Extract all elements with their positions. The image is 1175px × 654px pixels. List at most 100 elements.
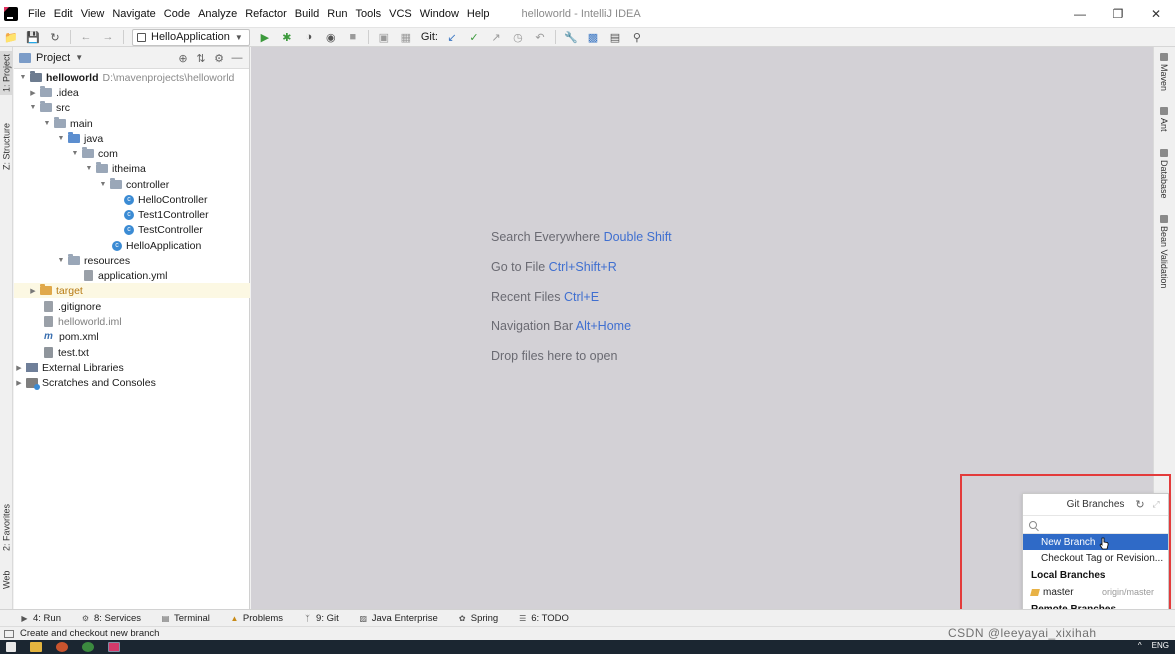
wrench-icon[interactable]: 🔧 <box>563 29 579 45</box>
input-language[interactable]: ENG <box>1152 641 1169 650</box>
project-view-selector[interactable]: Project <box>36 52 70 64</box>
forward-arrow-icon[interactable]: → <box>100 29 116 45</box>
tool-tab-web[interactable]: Web <box>0 567 13 593</box>
menu-tools[interactable]: Tools <box>351 0 385 28</box>
tree-item-external-libraries[interactable]: ▶ External Libraries <box>14 360 250 375</box>
expanded-arrow-icon[interactable]: ▼ <box>42 120 52 127</box>
tool-tab-project[interactable]: 1: Project <box>0 51 13 95</box>
menu-help[interactable]: Help <box>463 0 494 28</box>
tree-item-itheima[interactable]: ▼ itheima <box>14 161 250 176</box>
menu-build[interactable]: Build <box>291 0 323 28</box>
collapsed-arrow-icon[interactable]: ▶ <box>14 364 24 372</box>
run-configuration-select[interactable]: HelloApplication ▼ <box>132 28 250 46</box>
menu-run[interactable]: Run <box>323 0 351 28</box>
open-folder-icon[interactable]: 📁 <box>3 29 19 45</box>
collapsed-arrow-icon[interactable]: ▶ <box>28 287 38 295</box>
collapsed-arrow-icon[interactable]: ▶ <box>14 379 24 387</box>
intellij-taskbar-icon[interactable] <box>108 642 120 652</box>
tree-item-pom-xml[interactable]: m pom.xml <box>14 329 250 344</box>
tool-tab-run[interactable]: ▶ 4: Run <box>20 613 61 624</box>
tool-tab-services[interactable]: ⚙ 8: Services <box>81 613 141 624</box>
expanded-arrow-icon[interactable]: ▼ <box>56 135 66 142</box>
tree-item-helloapplication[interactable]: c HelloApplication <box>14 238 250 253</box>
debug-icon[interactable]: ✱ <box>279 29 295 45</box>
git-commit-icon[interactable]: ✓ <box>466 29 482 45</box>
tool-tab-todo[interactable]: ☰ 6: TODO <box>518 613 569 624</box>
chevron-down-icon[interactable]: ▼ <box>75 53 83 62</box>
sync-icon[interactable]: ↻ <box>47 29 63 45</box>
menu-code[interactable]: Code <box>160 0 194 28</box>
powerpoint-icon[interactable] <box>56 642 68 652</box>
tree-item-test1controller[interactable]: c Test1Controller <box>14 207 250 222</box>
tree-item-scratches[interactable]: ▶ Scratches and Consoles <box>14 375 250 390</box>
stop-icon[interactable]: ■ <box>345 29 361 45</box>
menu-vcs[interactable]: VCS <box>385 0 416 28</box>
expanded-arrow-icon[interactable]: ▼ <box>70 150 80 157</box>
tree-item-main[interactable]: ▼ main <box>14 116 250 131</box>
branch-search-input[interactable] <box>1043 519 1153 530</box>
menu-edit[interactable]: Edit <box>50 0 77 28</box>
menu-file[interactable]: File <box>24 0 50 28</box>
chevron-up-icon[interactable]: ^ <box>1138 641 1142 650</box>
gear-icon[interactable]: ⚙ <box>211 50 227 66</box>
minimize-button[interactable]: — <box>1061 0 1099 28</box>
expanded-arrow-icon[interactable]: ▼ <box>18 74 28 81</box>
terminal-window-icon[interactable]: ▤ <box>607 29 623 45</box>
git-history-icon[interactable]: ◷ <box>510 29 526 45</box>
windows-start-icon[interactable] <box>6 642 16 652</box>
tree-item-test-txt[interactable]: test.txt <box>14 345 250 360</box>
expanded-arrow-icon[interactable]: ▼ <box>28 104 38 111</box>
hide-panel-icon[interactable]: — <box>229 50 245 66</box>
tree-item-java[interactable]: ▼ java <box>14 131 250 146</box>
tree-item-testcontroller[interactable]: c TestController <box>14 222 250 237</box>
profile-icon[interactable]: ◉ <box>323 29 339 45</box>
tool-tab-ant[interactable]: Ant <box>1157 107 1171 139</box>
refresh-icon[interactable]: ↻ <box>1134 498 1146 511</box>
tree-item-src[interactable]: ▼ src <box>14 100 250 115</box>
tool-tab-terminal[interactable]: ▤ Terminal <box>161 613 210 624</box>
file-explorer-icon[interactable] <box>30 642 42 652</box>
menu-refactor[interactable]: Refactor <box>241 0 291 28</box>
tool-tab-java-enterprise[interactable]: ▨ Java Enterprise <box>359 613 437 624</box>
collapsed-arrow-icon[interactable]: ▶ <box>28 89 38 97</box>
expand-icon[interactable]: ⤢ <box>1150 498 1162 510</box>
tool-tab-database[interactable]: Database <box>1157 149 1171 201</box>
git-push-icon[interactable]: ↗ <box>488 29 504 45</box>
tool-tab-favorites[interactable]: 2: Favorites <box>0 497 13 557</box>
git-update-icon[interactable]: ↙ <box>444 29 460 45</box>
checkout-tag-action[interactable]: Checkout Tag or Revision... <box>1023 550 1168 566</box>
editor-empty-area[interactable]: Search Everywhere Double Shift Go to Fil… <box>251 47 1153 609</box>
maximize-button[interactable]: ❐ <box>1099 0 1137 28</box>
tree-item-controller[interactable]: ▼ controller <box>14 177 250 192</box>
chrome-icon[interactable] <box>82 642 94 652</box>
git-rollback-icon[interactable]: ↶ <box>532 29 548 45</box>
run-icon[interactable]: ▶ <box>257 29 273 45</box>
collapse-all-icon[interactable]: ⇅ <box>193 50 209 66</box>
tree-item-helloworld-iml[interactable]: helloworld.iml <box>14 314 250 329</box>
locate-file-icon[interactable]: ⊕ <box>175 50 191 66</box>
tool-tab-maven[interactable]: Maven <box>1157 53 1171 97</box>
branch-item-master[interactable]: master origin/master <box>1023 584 1168 600</box>
expanded-arrow-icon[interactable]: ▼ <box>56 257 66 264</box>
close-button[interactable]: ✕ <box>1137 0 1175 28</box>
search-icon[interactable]: ⚲ <box>629 29 645 45</box>
menu-view[interactable]: View <box>77 0 109 28</box>
tree-item-gitignore[interactable]: .gitignore <box>14 299 250 314</box>
tool-tab-git[interactable]: ᛉ 9: Git <box>303 613 339 624</box>
expanded-arrow-icon[interactable]: ▼ <box>98 181 108 188</box>
tree-item-com[interactable]: ▼ com <box>14 146 250 161</box>
tool-tab-spring[interactable]: ✿ Spring <box>458 613 498 624</box>
menu-window[interactable]: Window <box>416 0 463 28</box>
menu-navigate[interactable]: Navigate <box>108 0 159 28</box>
tool-tab-bean-validation[interactable]: Bean Validation <box>1157 215 1171 293</box>
tree-item-resources[interactable]: ▼ resources <box>14 253 250 268</box>
tree-item-application-yml[interactable]: application.yml <box>14 268 250 283</box>
back-arrow-icon[interactable]: ← <box>78 29 94 45</box>
project-structure-icon[interactable]: ▦ <box>398 29 414 45</box>
tree-item-target[interactable]: ▶ target <box>14 283 250 298</box>
tree-item-idea[interactable]: ▶ .idea <box>14 85 250 100</box>
tool-tab-problems[interactable]: ▲ Problems <box>230 613 283 624</box>
build-icon[interactable]: ▣ <box>376 29 392 45</box>
save-all-icon[interactable]: 💾 <box>25 29 41 45</box>
tool-windows-toggle-icon[interactable] <box>4 629 14 638</box>
